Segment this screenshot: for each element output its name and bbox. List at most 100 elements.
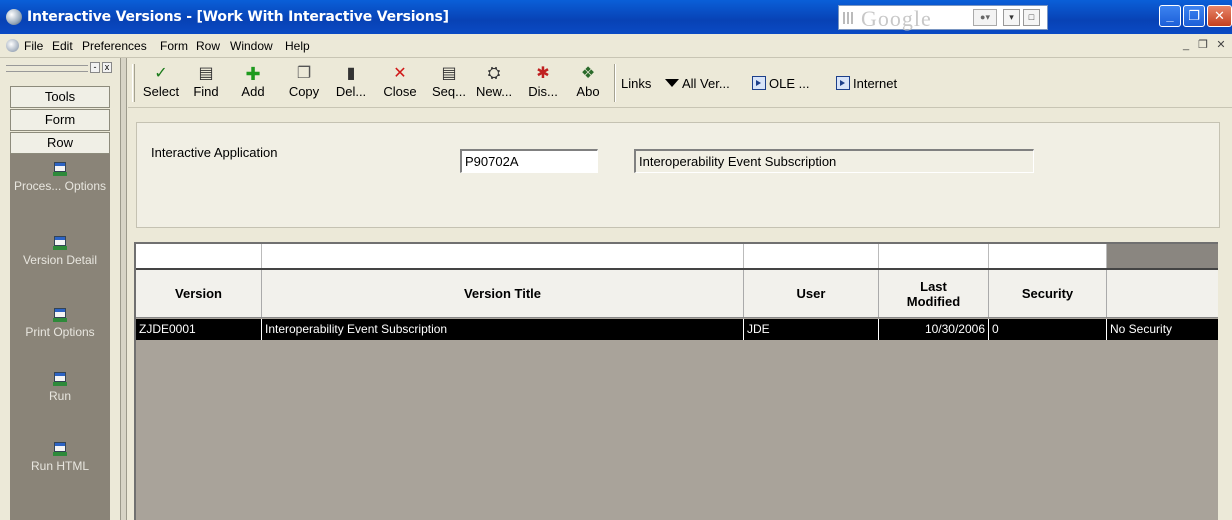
- mdi-minimize-icon[interactable]: _: [1179, 38, 1193, 52]
- window-icon: [53, 442, 67, 456]
- mdi-restore-icon[interactable]: ❐: [1196, 38, 1210, 52]
- cell-last-modified[interactable]: 10/30/2006: [879, 319, 989, 340]
- tab-form[interactable]: Form: [10, 109, 110, 131]
- exit-run[interactable]: Run: [10, 372, 110, 404]
- menu-row[interactable]: Row: [196, 39, 220, 53]
- versions-grid: Version Version Title User Last Modified…: [134, 242, 1218, 520]
- pin-icon[interactable]: -: [90, 62, 100, 73]
- header-panel: Interactive Application P90702A Interope…: [136, 122, 1220, 228]
- toolbar-separator: [614, 64, 616, 102]
- menu-file[interactable]: File: [24, 39, 43, 53]
- display-button[interactable]: ✱ Dis...: [522, 64, 564, 104]
- close-button[interactable]: ✕ Close: [378, 64, 422, 104]
- minimize-button[interactable]: _: [1159, 5, 1181, 27]
- new-icon: ⛭: [487, 65, 501, 82]
- column-header-user[interactable]: User: [744, 270, 879, 317]
- find-icon: ▤: [198, 65, 214, 82]
- column-header-security-description: [1107, 270, 1218, 317]
- application-description: Interoperability Event Subscription: [634, 149, 1034, 173]
- menu-window[interactable]: Window: [230, 39, 273, 53]
- interactive-application-label: Interactive Application: [151, 145, 278, 160]
- tab-tools[interactable]: Tools: [10, 86, 110, 108]
- exit-bar-header: - x: [6, 62, 112, 76]
- about-icon: ❖: [580, 65, 596, 82]
- mdi-close-icon[interactable]: ✕: [1214, 38, 1228, 52]
- form-content: Interactive Application P90702A Interope…: [128, 108, 1232, 520]
- sequence-button[interactable]: ▤ Seq...: [428, 64, 470, 104]
- new-button[interactable]: ⛭ New...: [474, 64, 514, 104]
- column-header-security[interactable]: Security: [989, 270, 1107, 317]
- window-icon: [53, 236, 67, 250]
- exit-print-options[interactable]: Print Options: [10, 308, 110, 340]
- maximize-button[interactable]: ❐: [1183, 5, 1205, 27]
- google-logo: Google: [861, 6, 932, 31]
- toolbar: ✓ Select ▤ Find ✚ Add ❐ Copy ▮ Del... ✕ …: [128, 58, 1232, 108]
- copy-button[interactable]: ❐ Copy: [284, 64, 324, 104]
- find-button[interactable]: ▤ Find: [188, 64, 224, 104]
- close-panel-icon[interactable]: x: [102, 62, 112, 73]
- window-icon: [53, 162, 67, 176]
- cell-version-title[interactable]: Interoperability Event Subscription: [262, 319, 744, 340]
- exit-bar: - x Tools Form Row Proces... Options Ver…: [0, 58, 121, 520]
- qbe-user[interactable]: [744, 244, 879, 268]
- row-exits-list: Proces... Options Version Detail Print O…: [10, 154, 110, 520]
- cell-security-description[interactable]: No Security: [1107, 319, 1218, 340]
- copy-icon: ❐: [296, 65, 312, 82]
- cell-security[interactable]: 0: [989, 319, 1107, 340]
- column-header-version-title[interactable]: Version Title: [262, 270, 744, 317]
- column-header-last-modified[interactable]: Last Modified: [879, 270, 989, 317]
- toolbar-grip-icon: [843, 12, 853, 24]
- window-icon: [53, 308, 67, 322]
- close-icon: ✕: [393, 65, 407, 82]
- toolbar-grip[interactable]: [132, 64, 135, 102]
- document-icon[interactable]: [6, 39, 19, 52]
- qbe-version-title[interactable]: [262, 244, 744, 268]
- add-button[interactable]: ✚ Add: [238, 64, 268, 104]
- menu-bar: File Edit Preferences Form Row Window He…: [0, 34, 1232, 58]
- search-dropdown-icon[interactable]: ●▾: [973, 9, 997, 26]
- exit-run-html[interactable]: Run HTML: [20, 442, 100, 474]
- menu-preferences[interactable]: Preferences: [82, 39, 147, 53]
- qbe-row: [136, 244, 1218, 270]
- select-button[interactable]: ✓ Select: [138, 64, 184, 104]
- link-icon: [752, 76, 766, 90]
- qbe-security[interactable]: [989, 244, 1107, 268]
- grid-header-row: Version Version Title User Last Modified…: [136, 270, 1218, 318]
- tab-row[interactable]: Row: [10, 132, 110, 154]
- menu-edit[interactable]: Edit: [52, 39, 73, 53]
- sequence-icon: ▤: [441, 65, 457, 82]
- link-icon: [836, 76, 850, 90]
- window-title: Interactive Versions - [Work With Intera…: [27, 9, 449, 25]
- menu-form[interactable]: Form: [160, 39, 188, 53]
- title-bar: Interactive Versions - [Work With Intera…: [0, 0, 1232, 34]
- link-all-versions[interactable]: All Ver...: [665, 76, 730, 91]
- about-button[interactable]: ❖ Abo: [570, 64, 606, 104]
- interactive-application-field[interactable]: P90702A: [460, 149, 598, 173]
- exit-version-detail[interactable]: Version Detail: [10, 236, 110, 268]
- check-icon: ✓: [154, 65, 168, 82]
- column-header-version[interactable]: Version: [136, 270, 262, 317]
- delete-icon: ▮: [346, 65, 356, 82]
- panel-splitter[interactable]: [121, 58, 127, 520]
- cell-version[interactable]: ZJDE0001: [136, 319, 262, 340]
- add-icon: ✚: [245, 64, 261, 84]
- exit-processing-options[interactable]: Proces... Options: [10, 162, 110, 194]
- link-internet[interactable]: Internet: [836, 76, 897, 91]
- close-window-button[interactable]: ✕: [1207, 5, 1232, 27]
- google-toolbar[interactable]: Google ●▾ ▾ □: [838, 5, 1048, 31]
- link-ole[interactable]: OLE ...: [752, 76, 809, 91]
- dropdown-arrow-icon: [665, 79, 679, 87]
- delete-button[interactable]: ▮ Del...: [332, 64, 370, 104]
- window-icon: [53, 372, 67, 386]
- dropdown-icon[interactable]: ▾: [1003, 9, 1020, 26]
- links-label: Links: [621, 76, 652, 91]
- qbe-last-modified[interactable]: [879, 244, 989, 268]
- app-icon: [6, 9, 22, 25]
- cell-user[interactable]: JDE: [744, 319, 879, 340]
- table-row[interactable]: ZJDE0001 Interoperability Event Subscrip…: [136, 319, 1218, 340]
- qbe-extra: [1107, 244, 1218, 268]
- menu-help[interactable]: Help: [285, 39, 310, 53]
- display-icon: ✱: [536, 65, 550, 82]
- qbe-version[interactable]: [136, 244, 262, 268]
- restore-icon[interactable]: □: [1023, 9, 1040, 26]
